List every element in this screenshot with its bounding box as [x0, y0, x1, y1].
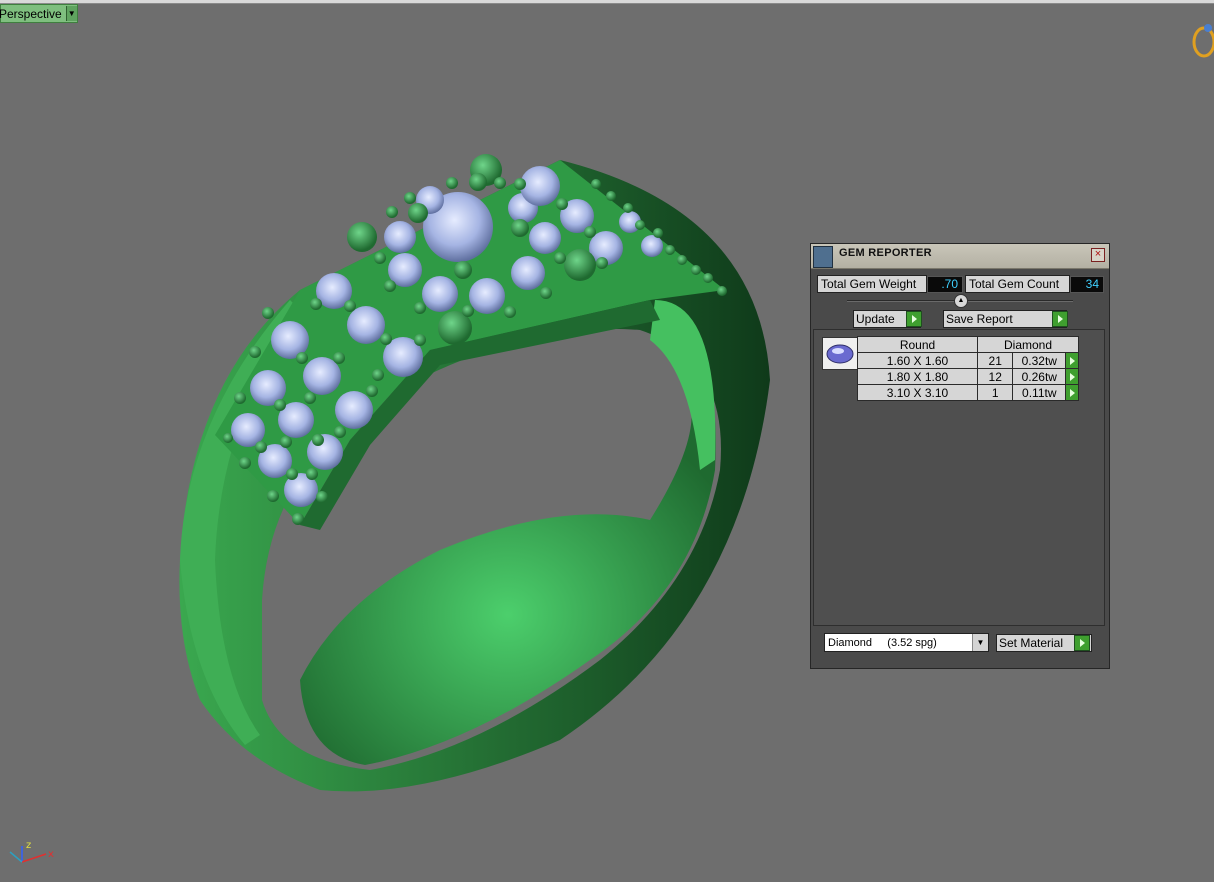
gem-size: 3.10 X 3.10 — [857, 384, 978, 401]
chevron-down-icon[interactable]: ▼ — [972, 634, 988, 651]
row-play-icon[interactable] — [1065, 368, 1079, 385]
save-report-button[interactable]: Save Report — [943, 310, 1067, 328]
gem-reporter-panel: GEM REPORTER × Total Gem Weight .70 Tota… — [810, 243, 1110, 669]
gem-count: 21 — [976, 352, 1014, 369]
panel-title: GEM REPORTER — [839, 247, 932, 259]
gem-size: 1.60 X 1.60 — [857, 352, 978, 369]
total-gem-weight-label: Total Gem Weight — [817, 275, 927, 293]
table-row[interactable]: 1.80 X 1.80 12 0.26tw — [857, 368, 1079, 385]
gem-weight: 0.32tw — [1012, 352, 1067, 369]
close-icon[interactable]: × — [1091, 248, 1105, 262]
splitter-handle-icon[interactable]: ▲ — [954, 294, 968, 308]
table-row[interactable]: 1.60 X 1.60 21 0.32tw — [857, 352, 1079, 369]
axis-z-label: z — [26, 840, 31, 851]
panel-titlebar[interactable]: GEM REPORTER × — [811, 244, 1109, 269]
table-header-row: Round Diamond — [857, 336, 1079, 353]
update-play-icon[interactable] — [906, 311, 922, 327]
gem-list[interactable]: Round Diamond 1.60 X 1.60 21 0.32tw 1.80… — [813, 329, 1105, 626]
save-report-play-icon[interactable] — [1052, 311, 1068, 327]
gem-count: 1 — [976, 384, 1014, 401]
set-material-play-icon[interactable] — [1074, 635, 1090, 651]
gem-weight: 0.11tw — [1012, 384, 1067, 401]
gem-weight: 0.26tw — [1012, 368, 1067, 385]
gem-count: 12 — [976, 368, 1014, 385]
axis-indicator: z x — [4, 838, 64, 878]
gem-reporter-logo-icon — [813, 246, 833, 268]
material-select[interactable]: Diamond (3.52 spg) ▼ — [824, 633, 989, 652]
shape-header: Round — [857, 336, 978, 353]
total-gem-count-label: Total Gem Count — [965, 275, 1070, 293]
total-gem-weight-value: .70 — [927, 276, 963, 293]
round-diamond-icon — [822, 337, 858, 370]
table-row[interactable]: 3.10 X 3.10 1 0.11tw — [857, 384, 1079, 401]
row-play-icon[interactable] — [1065, 352, 1079, 369]
ring-orientation-icon[interactable] — [1190, 18, 1214, 60]
gem-table: Round Diamond 1.60 X 1.60 21 0.32tw 1.80… — [857, 336, 1079, 401]
total-gem-count-value: 34 — [1070, 276, 1104, 293]
gem-size: 1.80 X 1.80 — [857, 368, 978, 385]
row-play-icon[interactable] — [1065, 384, 1079, 401]
material-header: Diamond — [977, 336, 1079, 353]
axis-x-label: x — [48, 849, 54, 860]
